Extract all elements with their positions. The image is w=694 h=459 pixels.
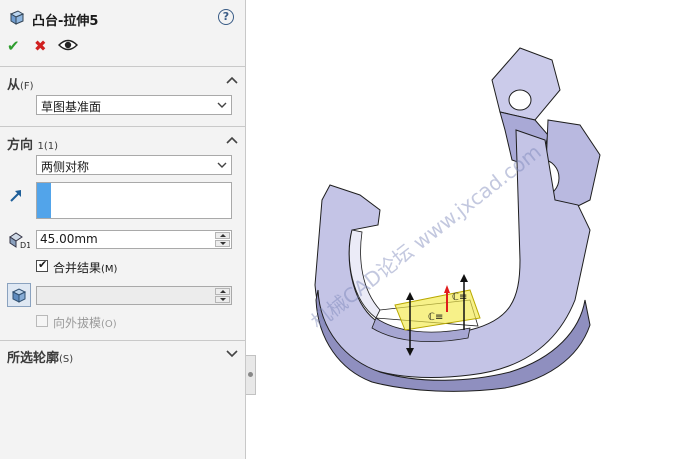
selected-contours-section-header[interactable]: 所选轮廓(S) bbox=[0, 344, 246, 366]
ok-button[interactable]: ✔ bbox=[7, 37, 20, 55]
spin-up-button bbox=[215, 288, 230, 295]
extrude-feature-icon bbox=[9, 10, 25, 25]
merge-result-label: 合并结果(M) bbox=[53, 261, 118, 275]
eye-icon[interactable] bbox=[58, 38, 78, 52]
divider bbox=[0, 126, 246, 127]
direction-section-title: 方向 1(1) bbox=[7, 138, 59, 153]
depth-value: 45.00mm bbox=[40, 232, 98, 246]
draft-shape-icon bbox=[11, 288, 27, 303]
divider bbox=[0, 66, 246, 67]
chevron-up-icon[interactable] bbox=[226, 134, 238, 146]
draft-outward-checkbox bbox=[36, 315, 48, 327]
property-manager-panel: 凸台-拉伸5 ? ✔ ✖ 从(F) 草图基准面 方向 1(1) 两侧对称 D1 bbox=[0, 0, 246, 459]
arrow-down-icon bbox=[220, 242, 226, 245]
draft-angle-input bbox=[36, 286, 232, 305]
spin-down-button[interactable] bbox=[215, 240, 230, 247]
draft-angle-spinner bbox=[215, 288, 230, 303]
chevron-down-icon bbox=[217, 102, 227, 108]
depth-dimension-icon: D1 bbox=[9, 232, 30, 249]
cancel-button[interactable]: ✖ bbox=[34, 37, 47, 55]
chevron-down-icon[interactable] bbox=[226, 347, 238, 359]
arrow-down-icon bbox=[220, 298, 226, 301]
arrow-up-icon bbox=[406, 292, 414, 300]
draft-outward-label: 向外拔模(O) bbox=[53, 316, 117, 330]
spin-down-button bbox=[215, 296, 230, 303]
from-start-condition-select[interactable]: 草图基准面 bbox=[36, 95, 232, 115]
spin-up-button[interactable] bbox=[215, 232, 230, 239]
from-section-title: 从(F) bbox=[7, 78, 34, 93]
merge-result-checkbox-row[interactable]: ✔ 合并结果(M) bbox=[36, 258, 196, 275]
end-condition-select[interactable]: 两侧对称 bbox=[36, 155, 232, 175]
sketch-text-glyph: ℂ≡ bbox=[452, 292, 467, 303]
selected-contours-title: 所选轮廓(S) bbox=[7, 351, 74, 366]
reverse-direction-arrow-icon[interactable] bbox=[8, 188, 24, 204]
draft-outward-checkbox-row: 向外拔模(O) bbox=[36, 314, 196, 330]
from-section-header[interactable]: 从(F) bbox=[0, 71, 246, 93]
arrow-up-icon bbox=[460, 274, 468, 282]
help-icon[interactable]: ? bbox=[218, 9, 234, 25]
property-manager-title-bar: 凸台-拉伸5 ? bbox=[0, 0, 246, 34]
drag-handle-arrow-icon[interactable] bbox=[444, 285, 450, 293]
depth-input[interactable]: 45.00mm bbox=[36, 230, 232, 249]
feature-title: 凸台-拉伸5 bbox=[32, 14, 99, 29]
arrow-up-icon bbox=[220, 290, 226, 293]
draft-toggle-icon[interactable] bbox=[7, 283, 31, 307]
merge-result-checkbox[interactable]: ✔ bbox=[36, 258, 48, 272]
direction-section-header[interactable]: 方向 1(1) bbox=[0, 131, 246, 153]
divider bbox=[0, 340, 246, 341]
sketch-text-glyph: ℂ≡ bbox=[428, 312, 443, 323]
chevron-up-icon[interactable] bbox=[226, 74, 238, 86]
top-boss-face bbox=[491, 47, 561, 121]
selection-focus-indicator bbox=[37, 183, 51, 218]
checkmark-icon: ✔ bbox=[38, 258, 48, 271]
from-start-condition-value: 草图基准面 bbox=[41, 100, 102, 114]
arrow-up-icon bbox=[220, 234, 226, 237]
chevron-down-icon bbox=[217, 162, 227, 168]
boss-hole bbox=[508, 89, 532, 111]
direction-reference-selection-box[interactable] bbox=[36, 182, 232, 219]
svg-text:D1: D1 bbox=[20, 241, 30, 249]
graphics-viewport[interactable]: ℂ≡ ℂ≡ 机械CAD论坛 www.jxcad.com bbox=[250, 0, 694, 459]
end-condition-value: 两侧对称 bbox=[41, 160, 90, 174]
depth-spinner[interactable] bbox=[215, 232, 230, 247]
